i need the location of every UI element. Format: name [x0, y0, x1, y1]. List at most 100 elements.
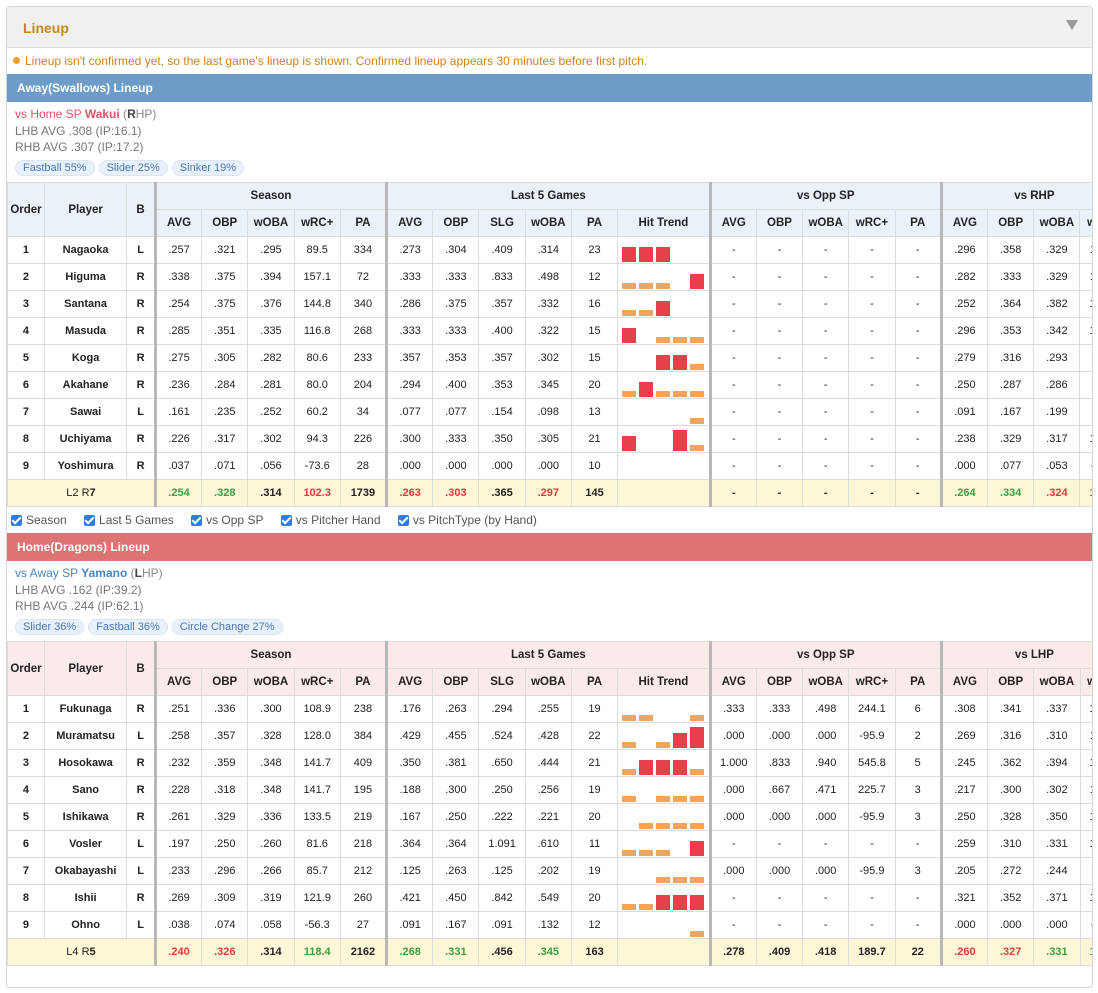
hit-trend-bars: [619, 454, 709, 478]
player-name[interactable]: Santana: [43, 290, 128, 318]
vsopp-stat: -: [708, 263, 757, 291]
col-last5-woba[interactable]: wOBA: [524, 668, 572, 696]
col-season-avg[interactable]: AVG: [153, 668, 203, 696]
col-vsopp-pa[interactable]: PA: [894, 668, 942, 696]
player-name[interactable]: Akahane: [43, 371, 128, 399]
vsopp-stat: .000: [708, 857, 757, 885]
season-stat: 121.9: [293, 884, 341, 912]
sp-name[interactable]: Yamano: [81, 566, 127, 580]
player-name[interactable]: Masuda: [43, 317, 128, 345]
player-name[interactable]: Fukunaga: [43, 695, 128, 723]
vshand-stat: .350: [1033, 803, 1081, 831]
col-vsopp-avg[interactable]: AVG: [708, 668, 757, 696]
trend-bar: [656, 895, 671, 910]
last5-stat: .256: [524, 776, 572, 804]
vshand-stat: .205: [939, 857, 989, 885]
col-vsopp-avg[interactable]: AVG: [708, 209, 757, 237]
col-vshand-avg[interactable]: AVG: [939, 668, 989, 696]
col-season-wrc+[interactable]: wRC+: [293, 668, 341, 696]
col-bats[interactable]: B: [126, 182, 156, 237]
col-last5-hit-trend[interactable]: Hit Trend: [617, 668, 711, 696]
col-last5-avg[interactable]: AVG: [385, 209, 434, 237]
col-vshand-woba[interactable]: wOBA: [1033, 209, 1081, 237]
last5-stat: .304: [432, 236, 480, 264]
col-vsopp-woba[interactable]: wOBA: [802, 209, 850, 237]
vshand-stat: .217: [939, 776, 989, 804]
col-order[interactable]: Order: [7, 182, 45, 237]
vsopp-stat: -: [802, 290, 850, 318]
panel-header[interactable]: Lineup: [7, 7, 1092, 48]
col-last5-slg[interactable]: SLG: [478, 668, 526, 696]
last5-stat: .400: [478, 317, 526, 345]
toggle-vs-pitchtype[interactable]: vs PitchType (by Hand): [397, 507, 537, 533]
last5-stat: .357: [385, 344, 434, 372]
col-vshand-avg[interactable]: AVG: [939, 209, 989, 237]
col-player[interactable]: Player: [43, 182, 128, 237]
col-season-pa[interactable]: PA: [339, 209, 388, 237]
col-vshand-obp[interactable]: OBP: [987, 209, 1035, 237]
season-stat: .235: [201, 398, 249, 426]
player-name[interactable]: Ishikawa: [43, 803, 128, 831]
vsopp-stat: -: [708, 371, 757, 399]
col-vsopp-obp[interactable]: OBP: [755, 209, 804, 237]
col-vsopp-pa[interactable]: PA: [894, 209, 942, 237]
toggle-vs-opp-sp[interactable]: vs Opp SP: [191, 507, 263, 533]
col-vshand-wrc+[interactable]: wRC+: [1079, 209, 1092, 237]
col-season-wrc+[interactable]: wRC+: [293, 209, 341, 237]
sp-name[interactable]: Wakui: [85, 107, 120, 121]
col-vshand-wrc+[interactable]: wRC+: [1079, 668, 1092, 696]
toggle-vs-pitcher-hand[interactable]: vs Pitcher Hand: [280, 507, 381, 533]
col-last5-obp[interactable]: OBP: [432, 209, 480, 237]
total-vshand: .327: [987, 938, 1035, 966]
col-vshand-woba[interactable]: wOBA: [1033, 668, 1081, 696]
col-order[interactable]: Order: [7, 641, 45, 696]
player-name[interactable]: Muramatsu: [43, 722, 128, 750]
col-last5-woba[interactable]: wOBA: [524, 209, 572, 237]
player-name[interactable]: Koga: [43, 344, 128, 372]
col-last5-pa[interactable]: PA: [570, 209, 619, 237]
col-vsopp-obp[interactable]: OBP: [755, 668, 804, 696]
col-last5-slg[interactable]: SLG: [478, 209, 526, 237]
total-vsopp: -: [755, 479, 804, 507]
col-last5-obp[interactable]: OBP: [432, 668, 480, 696]
vshand-stat: .331: [1033, 830, 1081, 858]
player-name[interactable]: Ishii: [43, 884, 128, 912]
col-last5-pa[interactable]: PA: [570, 668, 619, 696]
player-name[interactable]: Hosokawa: [43, 749, 128, 777]
col-bats[interactable]: B: [126, 641, 156, 696]
col-vshand-obp[interactable]: OBP: [987, 668, 1035, 696]
col-vsopp-woba[interactable]: wOBA: [802, 668, 850, 696]
last5-stat: .125: [478, 857, 526, 885]
col-last5-hit-trend[interactable]: Hit Trend: [617, 209, 711, 237]
player-name[interactable]: Ohno: [43, 911, 128, 939]
collapse-caret-icon[interactable]: [1066, 20, 1078, 30]
player-name[interactable]: Higuma: [43, 263, 128, 291]
vshand-stat: .269: [939, 722, 989, 750]
trend-bar: [673, 760, 688, 775]
season-stat: 141.7: [293, 749, 341, 777]
away-rhb-avg: RHB AVG .307 (IP:17.2): [15, 140, 144, 154]
player-name[interactable]: Uchiyama: [43, 425, 128, 453]
col-vsopp-wrc+[interactable]: wRC+: [848, 668, 896, 696]
col-player[interactable]: Player: [43, 641, 128, 696]
col-season-obp[interactable]: OBP: [201, 668, 249, 696]
player-name[interactable]: Nagaoka: [43, 236, 128, 264]
player-name[interactable]: Yoshimura: [43, 452, 128, 480]
trend-bar: [690, 823, 705, 829]
toggle-last5[interactable]: Last 5 Games: [84, 507, 174, 533]
col-season-woba[interactable]: wOBA: [247, 209, 295, 237]
col-season-obp[interactable]: OBP: [201, 209, 249, 237]
col-season-avg[interactable]: AVG: [153, 209, 203, 237]
table-row: 6 Vosler L .197.250.260 81.6 218.364.364 1.091…: [7, 830, 1092, 858]
col-season-pa[interactable]: PA: [339, 668, 388, 696]
col-season-woba[interactable]: wOBA: [247, 668, 295, 696]
vshand-stat: 112.7: [1079, 236, 1092, 264]
player-name[interactable]: Sano: [43, 776, 128, 804]
player-name[interactable]: Sawai: [43, 398, 128, 426]
col-last5-avg[interactable]: AVG: [385, 668, 434, 696]
player-name[interactable]: Vosler: [43, 830, 128, 858]
col-vsopp-wrc+[interactable]: wRC+: [848, 209, 896, 237]
toggle-season[interactable]: Season: [11, 507, 67, 533]
player-name[interactable]: Okabayashi: [43, 857, 128, 885]
batting-order: 8: [7, 884, 45, 912]
